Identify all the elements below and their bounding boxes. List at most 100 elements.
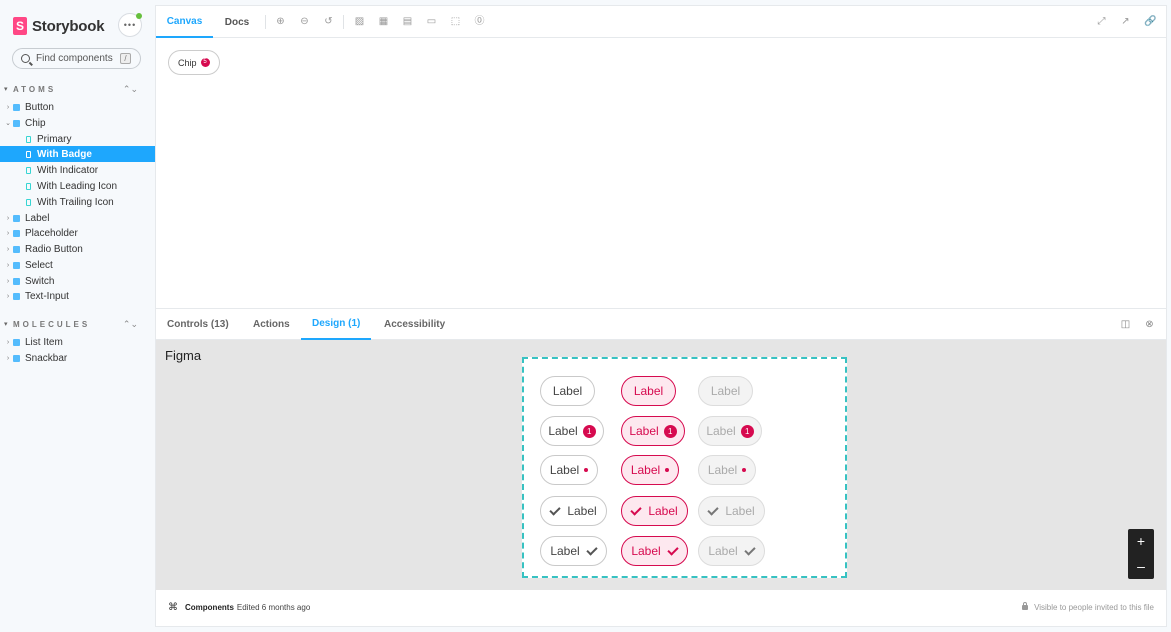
chevron-down-icon: ▾ — [4, 321, 8, 328]
chip-disabled[interactable]: Label — [698, 376, 753, 406]
open-new-tab-icon[interactable]: ↗ — [1120, 16, 1131, 27]
chip-disabled-badge[interactable]: Label 1 — [698, 416, 762, 446]
component-icon — [13, 245, 20, 253]
chip-default-badge[interactable]: Label 1 — [540, 416, 604, 446]
sidebar-item-select[interactable]: › Select — [0, 257, 156, 273]
chip-active-trailing-icon[interactable]: Label — [621, 536, 688, 566]
sidebar-item-list-item[interactable]: › List Item — [0, 334, 156, 350]
group-atoms[interactable]: ▾ ATOMS ⌃⌄ — [4, 82, 154, 96]
zoom-reset-icon[interactable]: ↺ — [323, 16, 334, 27]
addons-tabs: Controls (13) Actions Design (1) Accessi… — [156, 308, 1166, 340]
chip-default[interactable]: Label — [540, 376, 595, 406]
chip-active-badge[interactable]: Label 1 — [621, 416, 685, 446]
chevron-right-icon: › — [6, 292, 10, 300]
chevron-right-icon: › — [6, 245, 10, 253]
expand-collapse-icon[interactable]: ⌃⌄ — [123, 82, 138, 96]
chip-label: Label — [629, 424, 659, 438]
sidebar-item-chip[interactable]: ⌄ Chip — [0, 115, 156, 131]
measure-icon[interactable]: ▭ — [426, 16, 437, 27]
sidebar-item-radio-button[interactable]: › Radio Button — [0, 241, 156, 257]
check-icon — [630, 503, 642, 516]
chip-default-leading-icon[interactable]: Label — [540, 496, 607, 526]
storybook-logo-icon: S — [13, 17, 27, 35]
indicator-dot — [665, 468, 670, 472]
check-icon — [744, 543, 756, 556]
tab-actions[interactable]: Actions — [253, 309, 290, 340]
chip-preview[interactable]: Chip 5 — [168, 50, 220, 75]
tab-design[interactable]: Design (1) — [301, 309, 372, 340]
sidebar-item-text-input[interactable]: › Text-Input — [0, 288, 156, 304]
tab-accessibility[interactable]: Accessibility — [384, 309, 445, 340]
search-icon — [21, 54, 30, 63]
component-icon — [13, 338, 20, 346]
search-input[interactable] — [36, 53, 116, 64]
brand[interactable]: S Storybook — [13, 15, 105, 37]
chip-label: Label — [707, 463, 738, 477]
group-molecules[interactable]: ▾ MOLECULES ⌃⌄ — [4, 317, 154, 331]
edited-time: Edited 6 months ago — [236, 603, 311, 612]
group-title: ATOMS — [13, 84, 57, 94]
sidebar-item-label: Primary — [37, 133, 72, 145]
sidebar-item-switch[interactable]: › Switch — [0, 273, 156, 289]
figma-frame[interactable]: Label Label Label Label 1 Label 1 Label 1 L… — [522, 357, 847, 578]
copy-link-icon[interactable]: 🔗 — [1144, 16, 1156, 27]
zoom-out-icon[interactable]: ⊖ — [299, 16, 310, 27]
sidebar-item-label: With Trailing Icon — [37, 196, 114, 208]
figma-zoom-controls: + – — [1128, 529, 1154, 579]
tab-docs[interactable]: Docs — [215, 6, 259, 38]
outline-icon[interactable]: ⬚ — [450, 16, 461, 27]
sidebar-item-label: List Item — [25, 336, 63, 348]
sidebar-item-with-indicator[interactable]: With Indicator — [0, 162, 156, 178]
zoom-in-icon[interactable]: ⊕ — [275, 16, 286, 27]
chip-label: Label — [708, 544, 738, 558]
toolbar: Canvas Docs ⊕ ⊖ ↺ ▨ ▦ ▤ ▭ ⬚ ⓪ ⤢ ↗ 🔗 — [156, 6, 1166, 38]
visibility-text: Visible to people invited to this file — [1034, 603, 1154, 612]
chip-active-indicator[interactable]: Label — [621, 455, 679, 485]
sidebar-item-with-badge[interactable]: With Badge — [0, 146, 156, 162]
component-icon — [13, 103, 20, 111]
sidebar-item-with-leading-icon[interactable]: With Leading Icon — [0, 178, 156, 194]
search-box[interactable]: / — [12, 48, 141, 69]
search-shortcut: / — [120, 53, 131, 64]
sidebar-item-label[interactable]: › Label — [0, 210, 156, 226]
sidebar-item-label: Radio Button — [25, 243, 83, 255]
chip-default-trailing-icon[interactable]: Label — [540, 536, 607, 566]
sidebar-item-button[interactable]: › Button — [0, 99, 156, 115]
fullscreen-icon[interactable]: ⤢ — [1096, 16, 1107, 27]
component-icon — [13, 119, 20, 127]
file-info[interactable]: Components Edited 6 months ago — [185, 603, 310, 612]
group-title: MOLECULES — [13, 319, 91, 329]
figma-title: Figma — [165, 348, 202, 363]
check-icon — [667, 543, 679, 556]
viewport-icon[interactable]: ▤ — [402, 16, 413, 27]
chip-label: Label — [550, 544, 580, 558]
chip-disabled-trailing-icon[interactable]: Label — [698, 536, 765, 566]
story-icon — [26, 198, 31, 206]
grid-icon[interactable]: ▦ — [378, 16, 389, 27]
chip-disabled-indicator[interactable]: Label — [698, 455, 756, 485]
sidebar-item-placeholder[interactable]: › Placeholder — [0, 225, 156, 241]
sidebar-item-snackbar[interactable]: › Snackbar — [0, 350, 156, 366]
chip-disabled-leading-icon[interactable]: Label — [698, 496, 765, 526]
chip-label: Label — [567, 504, 597, 518]
expand-collapse-icon[interactable]: ⌃⌄ — [123, 317, 138, 331]
sidebar-item-with-trailing-icon[interactable]: With Trailing Icon — [0, 194, 156, 210]
sidebar-item-primary[interactable]: Primary — [0, 131, 156, 147]
accessibility-icon[interactable]: ⓪ — [474, 16, 485, 27]
background-icon[interactable]: ▨ — [354, 16, 365, 27]
zoom-out-button[interactable]: – — [1128, 554, 1154, 579]
zoom-in-button[interactable]: + — [1128, 529, 1154, 554]
chip-label: Label — [710, 384, 741, 398]
tab-controls[interactable]: Controls (13) — [167, 309, 229, 340]
panel-orientation-icon[interactable]: ◫ — [1120, 319, 1131, 330]
close-panel-icon[interactable]: ⊗ — [1144, 319, 1155, 330]
file-name: Components — [185, 603, 234, 612]
figma-footer: ⌘ Components Edited 6 months ago Visible … — [156, 590, 1166, 626]
component-icon — [13, 354, 20, 362]
chevron-right-icon: › — [6, 277, 10, 285]
tab-canvas[interactable]: Canvas — [156, 6, 213, 38]
chip-active[interactable]: Label — [621, 376, 676, 406]
menu-button[interactable]: ••• — [119, 13, 142, 36]
chip-active-leading-icon[interactable]: Label — [621, 496, 688, 526]
chip-default-indicator[interactable]: Label — [540, 455, 598, 485]
